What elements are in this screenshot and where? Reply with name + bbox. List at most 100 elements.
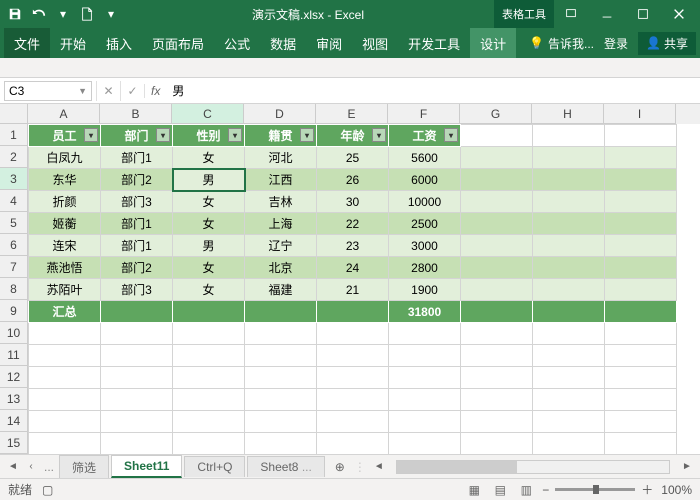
col-header-A[interactable]: A (28, 104, 100, 124)
cell[interactable] (533, 367, 605, 389)
cell[interactable] (173, 389, 245, 411)
ribbon-tab-视图[interactable]: 视图 (352, 28, 398, 58)
cell[interactable]: 部门1 (101, 213, 173, 235)
cell[interactable]: 汇总 (29, 301, 101, 323)
zoom-level[interactable]: 100% (661, 483, 692, 497)
new-file-icon[interactable] (76, 3, 98, 25)
cell[interactable] (605, 169, 677, 191)
cell[interactable]: 部门▾ (101, 125, 173, 147)
cell[interactable]: 东华 (29, 169, 101, 191)
row-header-7[interactable]: 7 (0, 256, 28, 278)
cell[interactable] (605, 389, 677, 411)
cell[interactable]: 连宋 (29, 235, 101, 257)
cell[interactable] (317, 367, 389, 389)
col-header-H[interactable]: H (532, 104, 604, 124)
share-button[interactable]: 👤 共享 (638, 32, 696, 55)
cell[interactable]: 3000 (389, 235, 461, 257)
cell[interactable] (29, 411, 101, 433)
row-header-15[interactable]: 15 (0, 432, 28, 454)
confirm-icon[interactable]: ✓ (120, 81, 144, 101)
macro-record-icon[interactable]: ▢ (42, 483, 53, 497)
cell[interactable]: 吉林 (245, 191, 317, 213)
ribbon-tab-设计[interactable]: 设计 (470, 28, 516, 58)
row-header-2[interactable]: 2 (0, 146, 28, 168)
cell[interactable]: 燕池悟 (29, 257, 101, 279)
cell[interactable]: 部门1 (101, 235, 173, 257)
cell[interactable] (173, 323, 245, 345)
filter-dropdown-icon[interactable]: ▾ (228, 128, 242, 142)
filter-dropdown-icon[interactable]: ▾ (300, 128, 314, 142)
scroll-left-icon[interactable]: ◄ (370, 458, 388, 476)
zoom-in-button[interactable]: ＋ (641, 481, 653, 498)
col-header-D[interactable]: D (244, 104, 316, 124)
cell[interactable] (245, 323, 317, 345)
cell[interactable] (29, 433, 101, 455)
row-header-12[interactable]: 12 (0, 366, 28, 388)
nav-first-icon[interactable]: ◄ (4, 458, 22, 476)
fx-icon[interactable]: fx (144, 84, 166, 98)
cell[interactable]: 6000 (389, 169, 461, 191)
cell[interactable]: 女 (173, 257, 245, 279)
signin-link[interactable]: 登录 (604, 35, 628, 52)
cell[interactable]: 折颜 (29, 191, 101, 213)
cell[interactable] (389, 367, 461, 389)
scroll-right-icon[interactable]: ► (678, 458, 696, 476)
page-break-view-icon[interactable]: ▥ (516, 482, 536, 498)
cell[interactable] (533, 257, 605, 279)
cell[interactable] (317, 433, 389, 455)
row-header-13[interactable]: 13 (0, 388, 28, 410)
cell[interactable] (533, 411, 605, 433)
cell[interactable] (29, 345, 101, 367)
cell[interactable] (533, 147, 605, 169)
chevron-down-icon[interactable]: ▼ (78, 86, 87, 96)
nav-prev-icon[interactable]: ‹ (22, 458, 40, 476)
ribbon-tab-数据[interactable]: 数据 (260, 28, 306, 58)
cell[interactable] (461, 235, 533, 257)
cell[interactable] (101, 433, 173, 455)
cell[interactable]: 部门3 (101, 191, 173, 213)
cell[interactable]: 女 (173, 147, 245, 169)
cell-grid[interactable]: 员工▾部门▾性别▾籍贯▾年龄▾工资▾白凤九部门1女河北255600东华部门2男江… (28, 124, 700, 454)
cell[interactable] (461, 389, 533, 411)
cell[interactable] (317, 389, 389, 411)
cell[interactable]: 年龄▾ (317, 125, 389, 147)
qat-dropdown-icon[interactable]: ▾ (100, 3, 122, 25)
ribbon-tab-页面布局[interactable]: 页面布局 (142, 28, 214, 58)
formula-input[interactable] (166, 81, 700, 101)
row-header-11[interactable]: 11 (0, 344, 28, 366)
normal-view-icon[interactable]: ▦ (464, 482, 484, 498)
cell[interactable]: 30 (317, 191, 389, 213)
cell[interactable]: 上海 (245, 213, 317, 235)
cell[interactable] (101, 345, 173, 367)
cell[interactable] (245, 389, 317, 411)
cell[interactable] (461, 169, 533, 191)
cell[interactable]: 女 (173, 279, 245, 301)
cell[interactable] (533, 235, 605, 257)
cell[interactable] (533, 433, 605, 455)
cell[interactable] (605, 213, 677, 235)
cell[interactable]: 性别▾ (173, 125, 245, 147)
filter-dropdown-icon[interactable]: ▾ (444, 128, 458, 142)
cell[interactable] (461, 345, 533, 367)
save-icon[interactable] (4, 3, 26, 25)
add-sheet-button[interactable]: ⊕ (330, 457, 350, 477)
sheet-tab-ctrlq[interactable]: Ctrl+Q (184, 456, 245, 477)
filter-dropdown-icon[interactable]: ▾ (84, 128, 98, 142)
cell[interactable] (605, 323, 677, 345)
undo-icon[interactable] (28, 3, 50, 25)
cell[interactable]: 福建 (245, 279, 317, 301)
page-layout-view-icon[interactable]: ▤ (490, 482, 510, 498)
cell[interactable] (317, 411, 389, 433)
cell[interactable]: 工资▾ (389, 125, 461, 147)
cell[interactable]: 26 (317, 169, 389, 191)
cell[interactable]: 男 (173, 235, 245, 257)
cell[interactable] (533, 301, 605, 323)
name-box[interactable]: C3 ▼ (4, 81, 92, 101)
row-header-6[interactable]: 6 (0, 234, 28, 256)
cell[interactable]: 女 (173, 213, 245, 235)
cell[interactable]: 31800 (389, 301, 461, 323)
ribbon-tab-公式[interactable]: 公式 (214, 28, 260, 58)
cell[interactable] (173, 411, 245, 433)
filter-dropdown-icon[interactable]: ▾ (372, 128, 386, 142)
row-header-14[interactable]: 14 (0, 410, 28, 432)
